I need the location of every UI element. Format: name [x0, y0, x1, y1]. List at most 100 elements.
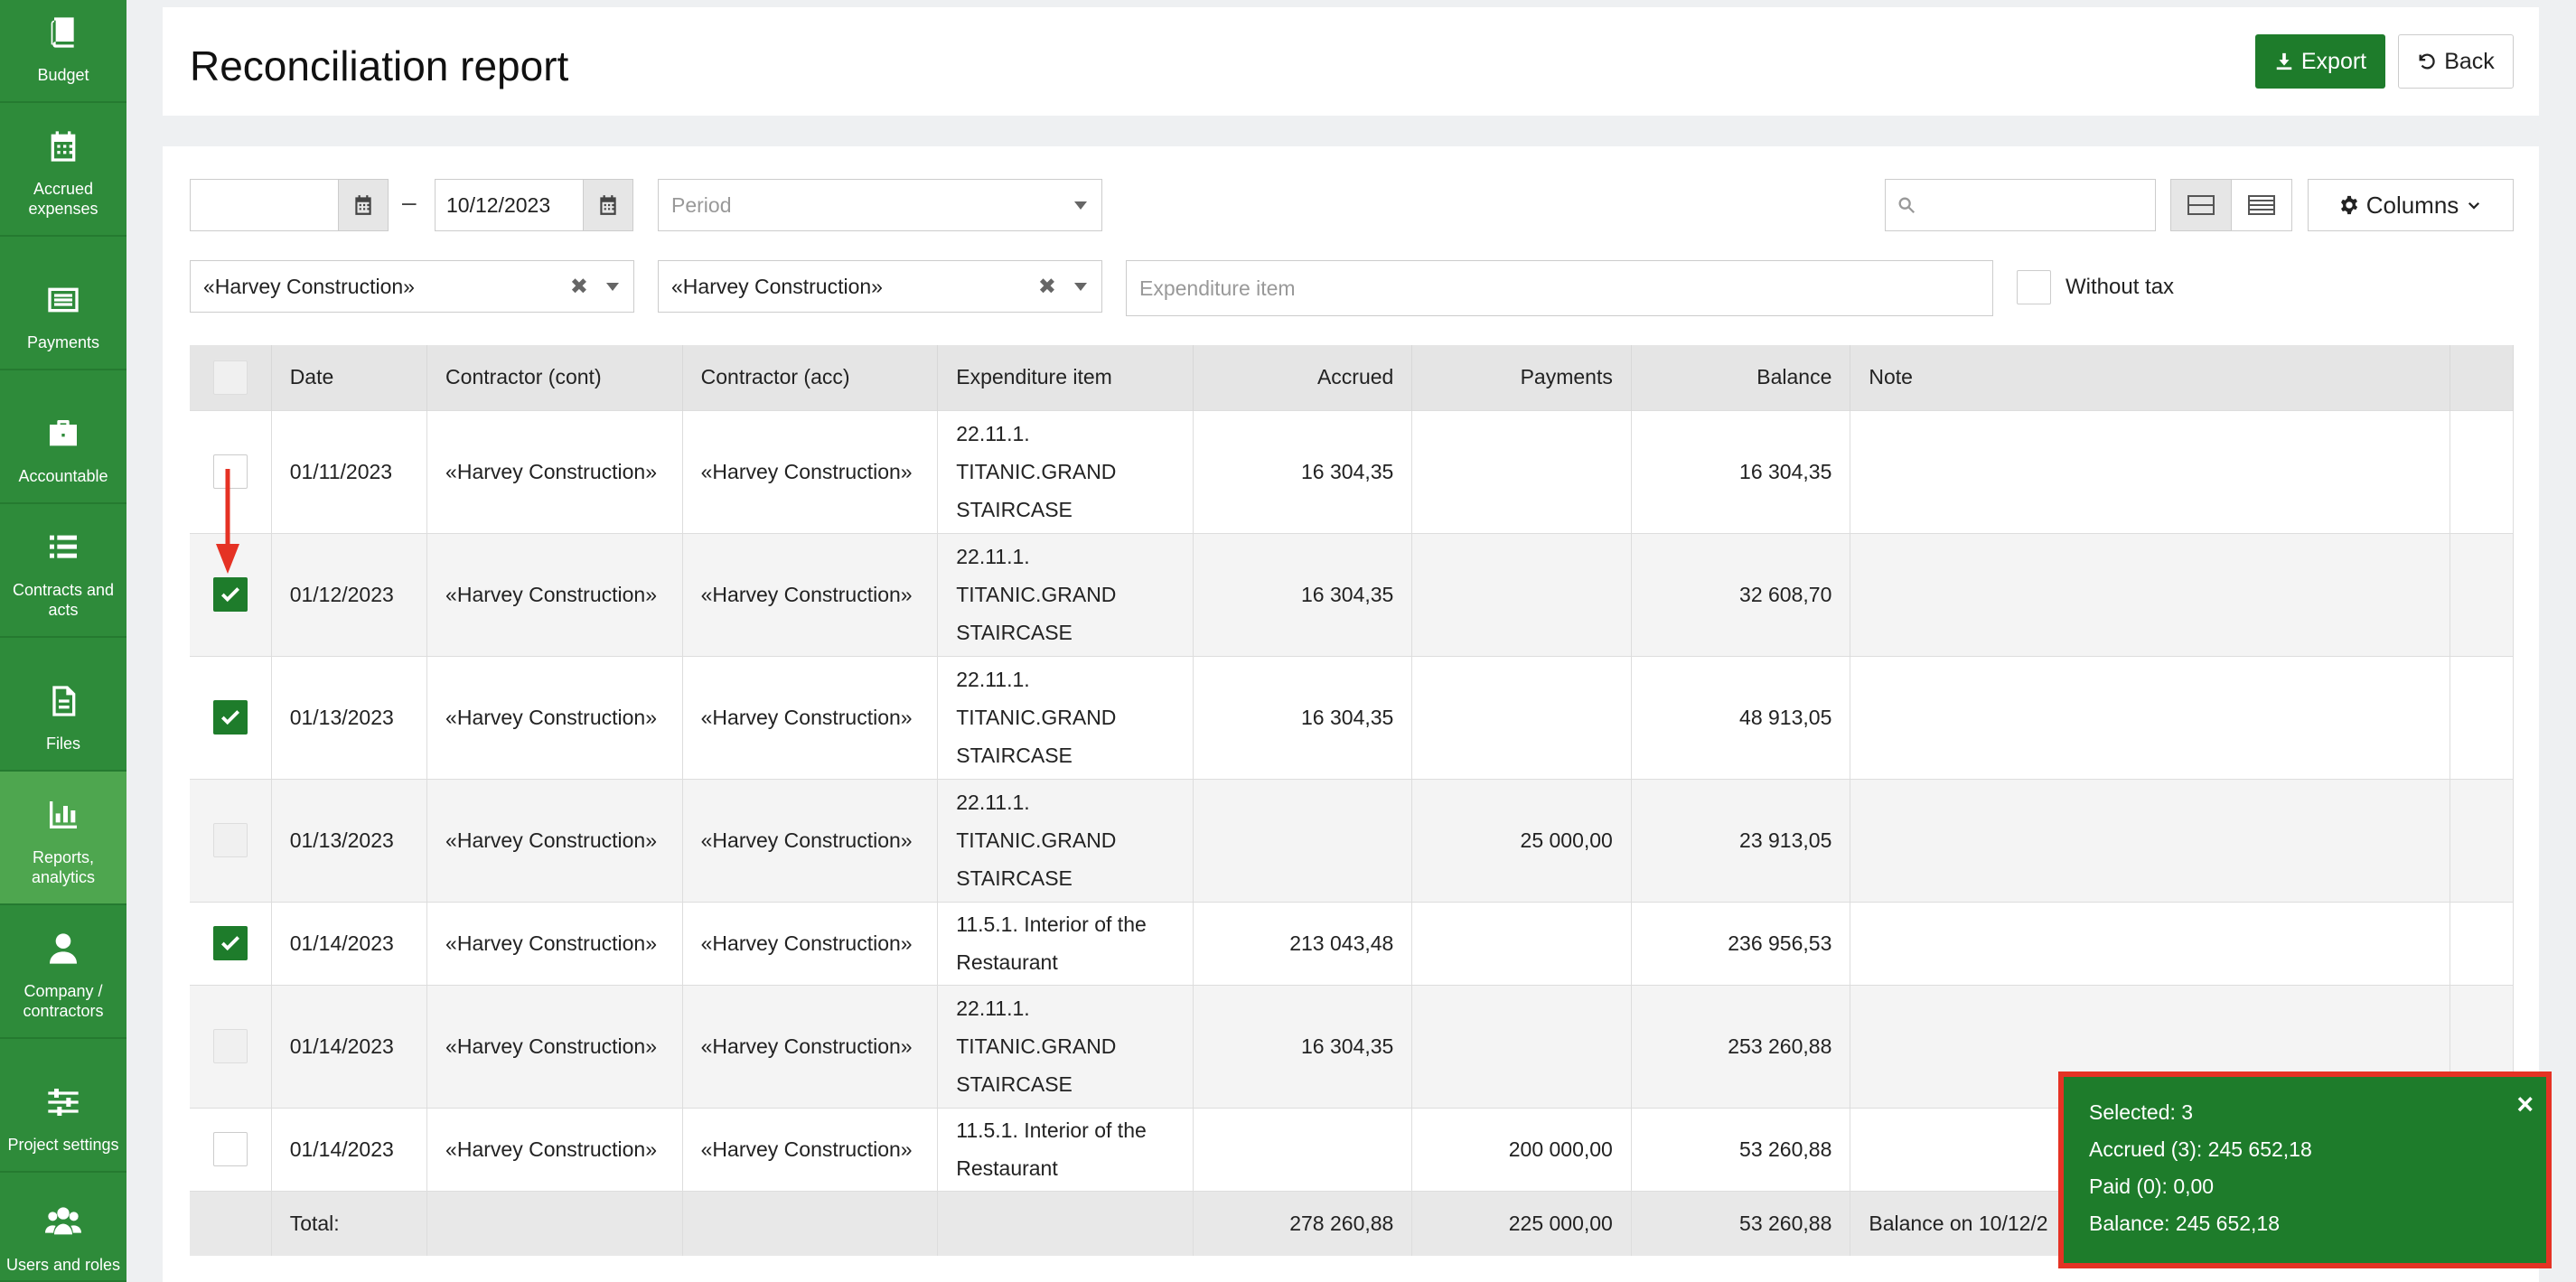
- col-payments[interactable]: Payments: [1411, 345, 1632, 410]
- book-icon: [43, 13, 83, 52]
- sidebar-item-label: Payments: [26, 333, 100, 351]
- row-checkbox[interactable]: [212, 1029, 248, 1063]
- without-tax-checkbox[interactable]: [2017, 270, 2051, 304]
- export-label: Export: [2300, 48, 2367, 74]
- cell-expenditure-item: 22.11.1. TITANIC.GRAND STAIRCASE: [937, 409, 1194, 533]
- sidebar-item-users[interactable]: Users and roles: [0, 1173, 126, 1282]
- check-icon: [220, 936, 239, 951]
- view-dense-button[interactable]: [2231, 179, 2292, 231]
- col-balance[interactable]: Balance: [1631, 345, 1851, 410]
- cell-balance: 23 913,05: [1631, 778, 1851, 902]
- columns-label: Columns: [2365, 191, 2459, 219]
- period-select[interactable]: Period: [658, 179, 1102, 231]
- sidebar-item-accrued-expenses[interactable]: Accrued expenses: [0, 103, 126, 237]
- selected-count: Selected: 3: [2089, 1100, 2194, 1124]
- table-row: 01/13/2023 «Harvey Construction» «Harvey…: [190, 655, 2515, 779]
- chevron-down-icon: [2468, 201, 2480, 210]
- date-range-separator: –: [402, 188, 417, 216]
- total-label: Total:: [271, 1190, 428, 1256]
- row-checkbox[interactable]: [212, 577, 248, 612]
- without-tax-label: Without tax: [2065, 275, 2175, 299]
- view-compact-button[interactable]: [2170, 179, 2232, 231]
- contractor-acc-select[interactable]: «Harvey Construction» ✖: [658, 260, 1102, 313]
- briefcase-icon: [43, 414, 83, 454]
- col-contractor-acc[interactable]: Contractor (acc): [682, 345, 939, 410]
- cell-balance: 53 260,88: [1631, 1107, 1851, 1191]
- select-all-checkbox[interactable]: [212, 360, 248, 395]
- select-all-cell: [190, 345, 272, 410]
- col-contractor-cont[interactable]: Contractor (cont): [426, 345, 683, 410]
- col-note[interactable]: Note: [1850, 345, 2450, 410]
- back-button[interactable]: Back: [2398, 34, 2514, 89]
- cell-contractor-cont: «Harvey Construction»: [426, 655, 683, 779]
- col-accrued[interactable]: Accrued: [1193, 345, 1413, 410]
- row-checkbox[interactable]: [212, 1132, 248, 1166]
- col-date[interactable]: Date: [271, 345, 428, 410]
- file-icon: [43, 681, 83, 721]
- cell-payments: 25 000,00: [1411, 778, 1632, 902]
- row-checkbox[interactable]: [212, 926, 248, 960]
- sidebar-item-project-settings[interactable]: Project settings: [0, 1039, 126, 1173]
- user-icon: [43, 929, 83, 969]
- cell-payments: [1411, 532, 1632, 656]
- expenditure-item-input[interactable]: Expenditure item: [1126, 260, 1993, 316]
- expenditure-placeholder: Expenditure item: [1139, 276, 1296, 300]
- table-row: 01/14/2023 «Harvey Construction» «Harvey…: [190, 901, 2515, 985]
- cell-contractor-cont: «Harvey Construction»: [426, 1107, 683, 1191]
- selected-paid: Paid (0): 0,00: [2089, 1174, 2215, 1198]
- table-row: 01/12/2023 «Harvey Construction» «Harvey…: [190, 532, 2515, 656]
- selected-balance: Balance: 245 652,18: [2089, 1212, 2281, 1235]
- sidebar-item-accountable[interactable]: Accountable: [0, 370, 126, 504]
- page-title: Reconciliation report: [190, 42, 569, 89]
- cell-contractor-acc: «Harvey Construction»: [682, 984, 939, 1108]
- export-button[interactable]: Export: [2255, 34, 2385, 89]
- row-checkbox[interactable]: [212, 823, 248, 857]
- date-to-value: 10/12/2023: [446, 192, 551, 217]
- date-to-calendar-button[interactable]: [583, 179, 633, 231]
- check-icon: [220, 710, 239, 725]
- col-expenditure-item[interactable]: Expenditure item: [937, 345, 1194, 410]
- search-input[interactable]: [1885, 179, 2156, 231]
- col-actions: [2450, 345, 2515, 410]
- cell-expenditure-item: 22.11.1. TITANIC.GRAND STAIRCASE: [937, 532, 1194, 656]
- clear-icon[interactable]: ✖: [1038, 274, 1056, 300]
- cell-accrued: 16 304,35: [1193, 532, 1413, 656]
- table-row: 01/11/2023 «Harvey Construction» «Harvey…: [190, 409, 2515, 533]
- row-checkbox[interactable]: [212, 700, 248, 735]
- sidebar-item-contracts[interactable]: Contracts and acts: [0, 504, 126, 638]
- cell-payments: [1411, 655, 1632, 779]
- contractor-cont-select[interactable]: «Harvey Construction» ✖: [190, 260, 634, 313]
- cell-note: [1850, 409, 2450, 533]
- cell-balance: 253 260,88: [1631, 984, 1851, 1108]
- cell-accrued: 213 043,48: [1193, 901, 1413, 985]
- cell-contractor-cont: «Harvey Construction»: [426, 409, 683, 533]
- close-icon[interactable]: ×: [2516, 1088, 2534, 1121]
- cell-balance: 32 608,70: [1631, 532, 1851, 656]
- sidebar-item-reports[interactable]: Reports, analytics: [0, 772, 126, 905]
- title-panel: Reconciliation report Export Back: [163, 7, 2539, 116]
- sidebar-item-payments[interactable]: Payments: [0, 237, 126, 370]
- download-icon: [2276, 52, 2292, 70]
- contractor-cont-value: «Harvey Construction»: [203, 274, 415, 298]
- columns-button[interactable]: Columns: [2308, 179, 2514, 231]
- cell-date: 01/11/2023: [271, 409, 428, 533]
- cell-balance: 16 304,35: [1631, 409, 1851, 533]
- cell-date: 01/12/2023: [271, 532, 428, 656]
- cell-payments: [1411, 409, 1632, 533]
- calendar-icon: [355, 195, 371, 215]
- sidebar-item-files[interactable]: Files: [0, 638, 126, 772]
- cell-balance: 48 913,05: [1631, 655, 1851, 779]
- date-from-input[interactable]: [190, 179, 389, 231]
- selection-summary-popup: × Selected: 3 Accrued (3): 245 652,18 Pa…: [2058, 1071, 2552, 1268]
- sidebar-item-label: Company / contractors: [23, 982, 104, 1020]
- sidebar-item-label: Files: [45, 735, 80, 753]
- cell-accrued: 16 304,35: [1193, 655, 1413, 779]
- sidebar-item-company[interactable]: Company / contractors: [0, 905, 126, 1039]
- clear-icon[interactable]: ✖: [570, 274, 588, 300]
- list-card-icon: [43, 280, 83, 320]
- date-to-input[interactable]: 10/12/2023: [435, 179, 633, 231]
- sidebar-item-budget[interactable]: Budget: [0, 0, 126, 103]
- cell-note: [1850, 655, 2450, 779]
- sidebar-item-label: Reports, analytics: [31, 848, 96, 886]
- date-from-calendar-button[interactable]: [338, 179, 389, 231]
